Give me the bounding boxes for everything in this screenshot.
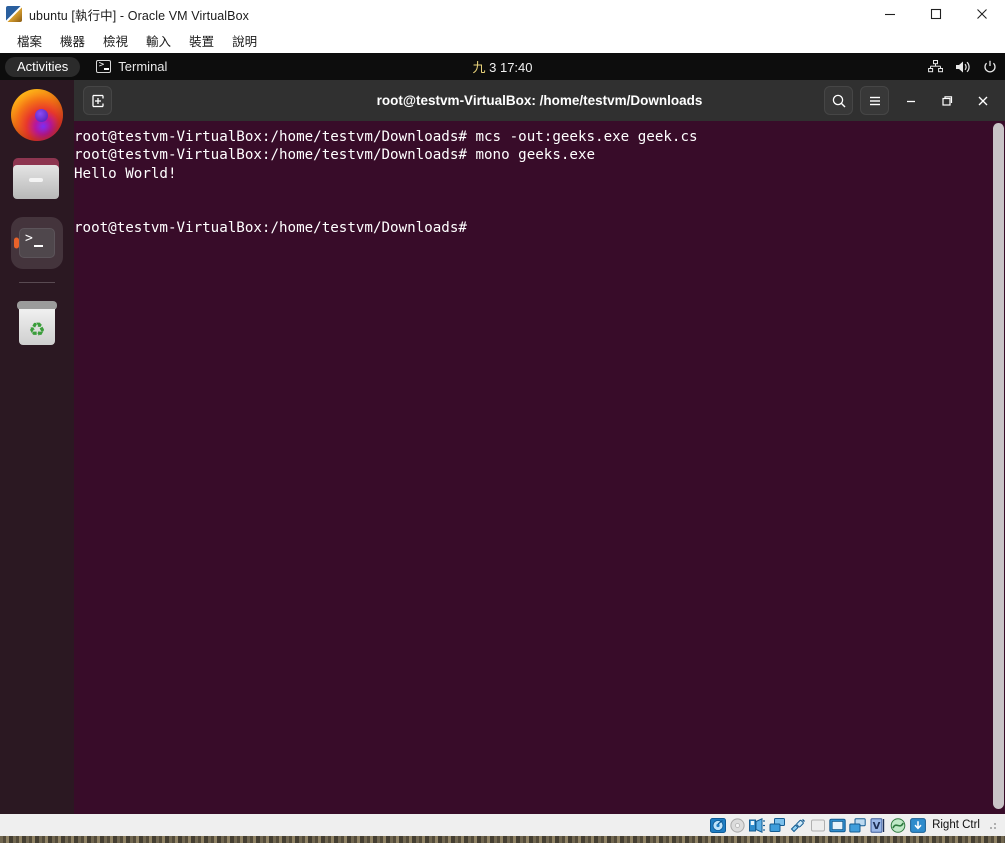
- dock-item-terminal[interactable]: [11, 217, 63, 269]
- volume-icon[interactable]: [955, 60, 971, 74]
- terminal-output[interactable]: root@testvm-VirtualBox:/home/testvm/Down…: [74, 121, 1005, 814]
- terminal-line: Hello World!: [74, 165, 177, 182]
- svg-text:V: V: [872, 821, 880, 832]
- menu-item-machine[interactable]: 機器: [51, 29, 94, 52]
- gnome-topbar: Activities Terminal 九 3 17:40: [0, 53, 1005, 80]
- gnome-dock: ♻: [0, 80, 74, 814]
- gnome-system-icons[interactable]: [928, 53, 997, 80]
- display-icon[interactable]: [829, 817, 846, 833]
- virtualbox-icon: [6, 6, 22, 22]
- menu-item-help[interactable]: 說明: [223, 29, 266, 52]
- host-menubar: 檔案 機器 檢視 輸入 裝置 說明: [0, 28, 1005, 53]
- dock-item-trash[interactable]: ♻: [11, 297, 63, 349]
- search-icon[interactable]: [824, 86, 853, 115]
- new-tab-icon[interactable]: [83, 86, 112, 115]
- usb-icon[interactable]: [789, 817, 806, 833]
- terminal-minimize-button[interactable]: [896, 86, 925, 115]
- host-maximize-button[interactable]: [913, 0, 959, 28]
- host-close-button[interactable]: [959, 0, 1005, 28]
- network-adapter-icon[interactable]: [769, 817, 786, 833]
- virtualbox-window: ubuntu [執行中] - Oracle VM VirtualBox 檔案 機…: [0, 0, 1005, 843]
- trash-icon: ♻: [17, 301, 57, 345]
- terminal-titlebar: root@testvm-VirtualBox: /home/testvm/Dow…: [74, 80, 1005, 121]
- resize-grip[interactable]: [989, 820, 999, 830]
- recording-icon[interactable]: [849, 817, 866, 833]
- keyboard-icon[interactable]: [909, 817, 926, 833]
- virtualization-icon[interactable]: V: [869, 817, 886, 833]
- vbox-statusbar: V Right Ctrl: [0, 814, 1005, 836]
- menu-item-view[interactable]: 檢視: [94, 29, 137, 52]
- clock-time: 17:40: [499, 60, 533, 75]
- hamburger-menu-icon[interactable]: [860, 86, 889, 115]
- network-icon[interactable]: [928, 60, 943, 73]
- terminal-titlebar-controls: [824, 80, 997, 121]
- terminal-icon: [96, 60, 112, 73]
- menu-item-devices[interactable]: 裝置: [180, 29, 223, 52]
- vm-screen[interactable]: Activities Terminal 九 3 17:40: [0, 53, 1005, 814]
- terminal-close-button[interactable]: [968, 86, 997, 115]
- terminal-line: root@testvm-VirtualBox:/home/testvm/Down…: [74, 147, 596, 164]
- menu-item-file[interactable]: 檔案: [8, 29, 51, 52]
- terminal-icon: [19, 228, 55, 258]
- terminal-maximize-button[interactable]: [932, 86, 961, 115]
- terminal-prompt-line: root@testvm-VirtualBox:/home/testvm/Down…: [74, 220, 467, 237]
- floppy-disk-icon[interactable]: [749, 817, 766, 833]
- shared-folders-icon[interactable]: [809, 817, 826, 833]
- host-key-label: Right Ctrl: [932, 819, 980, 831]
- topbar-app-indicator[interactable]: Terminal: [96, 59, 167, 74]
- files-icon: [13, 158, 61, 200]
- dock-separator: [19, 282, 55, 283]
- dock-item-files[interactable]: [11, 153, 63, 205]
- scrollbar-thumb[interactable]: [993, 123, 1004, 809]
- firefox-icon: [11, 89, 63, 141]
- clock-day: 3: [489, 60, 497, 75]
- mouse-integration-icon[interactable]: [889, 817, 906, 833]
- topbar-app-label: Terminal: [118, 59, 168, 74]
- power-icon[interactable]: [983, 60, 997, 74]
- optical-disk-icon[interactable]: [729, 817, 746, 833]
- host-titlebar: ubuntu [執行中] - Oracle VM VirtualBox: [0, 0, 1005, 28]
- hard-disk-icon[interactable]: [709, 817, 726, 833]
- desktop-wallpaper-strip: [0, 836, 1005, 843]
- clock-month: 九: [472, 60, 486, 75]
- menu-item-input[interactable]: 輸入: [137, 29, 180, 52]
- activities-button[interactable]: Activities: [5, 56, 81, 77]
- terminal-window[interactable]: root@testvm-VirtualBox: /home/testvm/Dow…: [74, 80, 1005, 814]
- host-minimize-button[interactable]: [867, 0, 913, 28]
- terminal-scrollbar[interactable]: [992, 121, 1005, 814]
- dock-item-firefox[interactable]: [11, 89, 63, 141]
- host-window-controls: [867, 0, 1005, 28]
- terminal-line: root@testvm-VirtualBox:/home/testvm/Down…: [74, 129, 698, 145]
- host-window-title: ubuntu [執行中] - Oracle VM VirtualBox: [29, 8, 250, 23]
